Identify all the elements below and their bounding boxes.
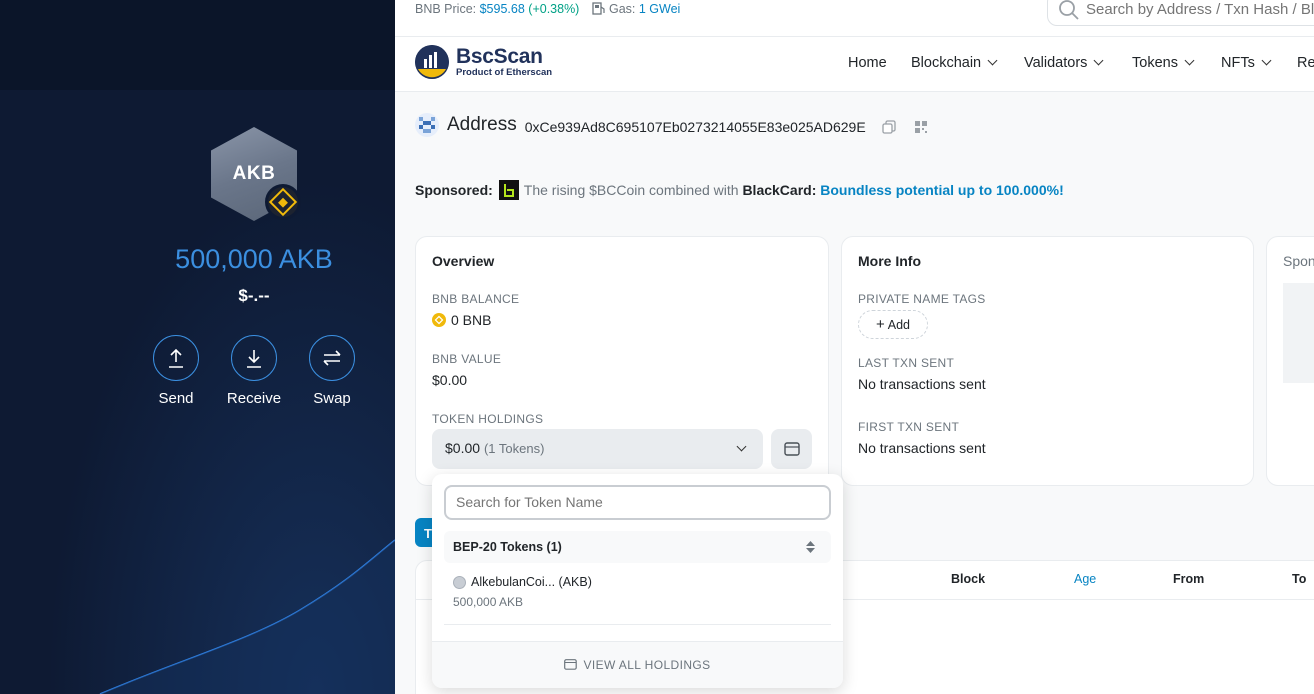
token-search-input[interactable] [456,494,816,510]
token-holdings-count: (1 Tokens) [483,441,545,456]
nav-validators[interactable]: Validators [1024,55,1104,71]
col-to: To [1292,572,1307,586]
brand-name: BscScan [456,45,543,68]
brand-tagline: Product of Etherscan [456,67,553,78]
bnb-chain-icon [265,184,301,220]
token-amount: 500,000 AKB [453,595,524,609]
sponsored-label: Sponsored: [415,182,493,198]
plus-icon: + [875,316,885,333]
chevron-down-icon [736,441,747,452]
bnb-coin-icon [432,313,446,327]
wallet-usd-value: $-.-- [238,286,270,305]
token-category-header[interactable]: BEP-20 Tokens (1) [444,531,831,563]
sort-icon [806,541,815,553]
sponsored-text: The rising $BCCoin combined with [523,182,739,198]
receive-button[interactable]: Receive [219,335,289,407]
send-button[interactable]: Send [141,335,211,407]
sponsored-link[interactable]: Boundless potential up to 100.000%! [820,182,1064,198]
nav-tokens[interactable]: Tokens [1132,55,1195,71]
copy-icon[interactable] [882,119,896,134]
receive-label: Receive [226,390,282,407]
send-up-arrow-icon [169,348,183,368]
address-hash: 0xCe939Ad8C695107Eb0273214055E83e025AD62… [524,118,866,135]
bnb-balance: 0 BNB [432,312,491,328]
list-item[interactable]: AlkebulanCoi... (AKB) 500,000 AKB [453,575,592,609]
bnb-balance-label: BNB BALANCE [432,292,520,306]
add-name-tag-button[interactable]: + Add [858,310,928,339]
wallet-icon [564,659,578,670]
overview-card: Overview BNB BALANCE 0 BNB BNB VALUE $0.… [415,236,829,486]
token-holdings-dropdown[interactable]: $0.00 (1 Tokens) [432,429,763,469]
col-from: From [1173,572,1205,586]
nav-blockchain[interactable]: Blockchain [911,55,998,71]
sponsored-card: Spon [1266,236,1314,486]
last-txn-sent-label: LAST TXN SENT [858,356,955,370]
chevron-down-icon [1261,55,1272,66]
bnb-value: $0.00 [432,372,468,388]
token-search-box[interactable] [444,485,831,520]
search-box[interactable] [1047,0,1314,26]
search-input[interactable] [1086,1,1314,18]
token-holdings-menu: BEP-20 Tokens (1) AlkebulanCoi... (AKB) … [432,474,843,688]
gas-price: Gas: 1 GWei [592,2,680,16]
bnb-price: BNB Price: $595.68 (+0.38%) [415,2,580,16]
bnb-price-change: (+0.38%) [528,2,580,16]
private-name-tags-label: PRIVATE NAME TAGS [858,292,986,306]
swap-button[interactable]: Swap [297,335,367,407]
more-info-title: More Info [858,253,921,269]
address-identicon [415,113,439,137]
bscscan-logo-icon [415,45,449,79]
page-title: Address [447,114,517,135]
top-info-bar: BNB Price: $595.68 (+0.38%) Gas: 1 GWei [395,0,1314,37]
gas-value[interactable]: 1 GWei [639,2,680,16]
token-holdings-value: $0.00 [445,440,481,456]
nav-home[interactable]: Home [848,55,887,71]
divider [444,624,831,625]
sponsored-card-title: Spon [1283,253,1314,269]
bnb-balance-value: 0 BNB [451,312,492,328]
token-name: AlkebulanCoi... (AKB) [471,575,592,589]
sponsored-ad-placeholder[interactable] [1283,283,1314,383]
address-header: Address 0xCe939Ad8C695107Eb0273214055E83… [415,113,928,137]
receive-down-arrow-icon [247,350,261,368]
wallet-panel: AKB 500,000 AKB $-.-- Send Receive Swap [0,0,395,694]
more-info-card: More Info PRIVATE NAME TAGS + Add LAST TX… [841,236,1254,486]
search-icon [1059,0,1079,20]
sponsored-brand: BlackCard: [742,182,817,198]
wallet-icon [783,442,800,456]
swap-label: Swap [313,390,351,407]
token-icon [453,575,466,589]
sponsored-banner: Sponsored: The rising $BCCoin combined w… [415,180,1064,200]
chevron-down-icon [1184,55,1195,66]
col-age[interactable]: Age [1074,572,1096,586]
bnb-value-label: BNB VALUE [432,352,502,366]
swap-arrows-icon [323,350,341,366]
view-all-holdings-button[interactable]: VIEW ALL HOLDINGS [432,641,843,688]
gas-pump-icon [592,2,605,15]
qr-code-icon[interactable] [914,120,928,134]
bnb-price-value[interactable]: $595.68 [480,2,525,16]
last-txn-sent-value: No transactions sent [858,376,986,392]
send-label: Send [158,390,194,407]
nav-resources[interactable]: Re [1297,55,1314,71]
token-category-label: BEP-20 Tokens (1) [453,540,562,554]
overview-title: Overview [432,253,495,269]
chevron-down-icon [987,55,998,66]
first-txn-sent-label: FIRST TXN SENT [858,420,960,434]
token-holdings-label: TOKEN HOLDINGS [432,412,544,426]
nav-nfts[interactable]: NFTs [1221,55,1272,71]
wallet-button[interactable] [771,429,812,469]
main-navbar: BscScan Product of Etherscan Home Blockc… [395,37,1314,92]
token-symbol: AKB [232,163,276,184]
chevron-down-icon [1093,55,1104,66]
bscscan-logo[interactable]: BscScan Product of Etherscan [415,45,552,79]
wallet-token-amount: 500,000 AKB [175,244,333,274]
first-txn-sent-value: No transactions sent [858,440,986,456]
col-block: Block [951,572,986,586]
blackcard-logo-icon [498,180,519,200]
